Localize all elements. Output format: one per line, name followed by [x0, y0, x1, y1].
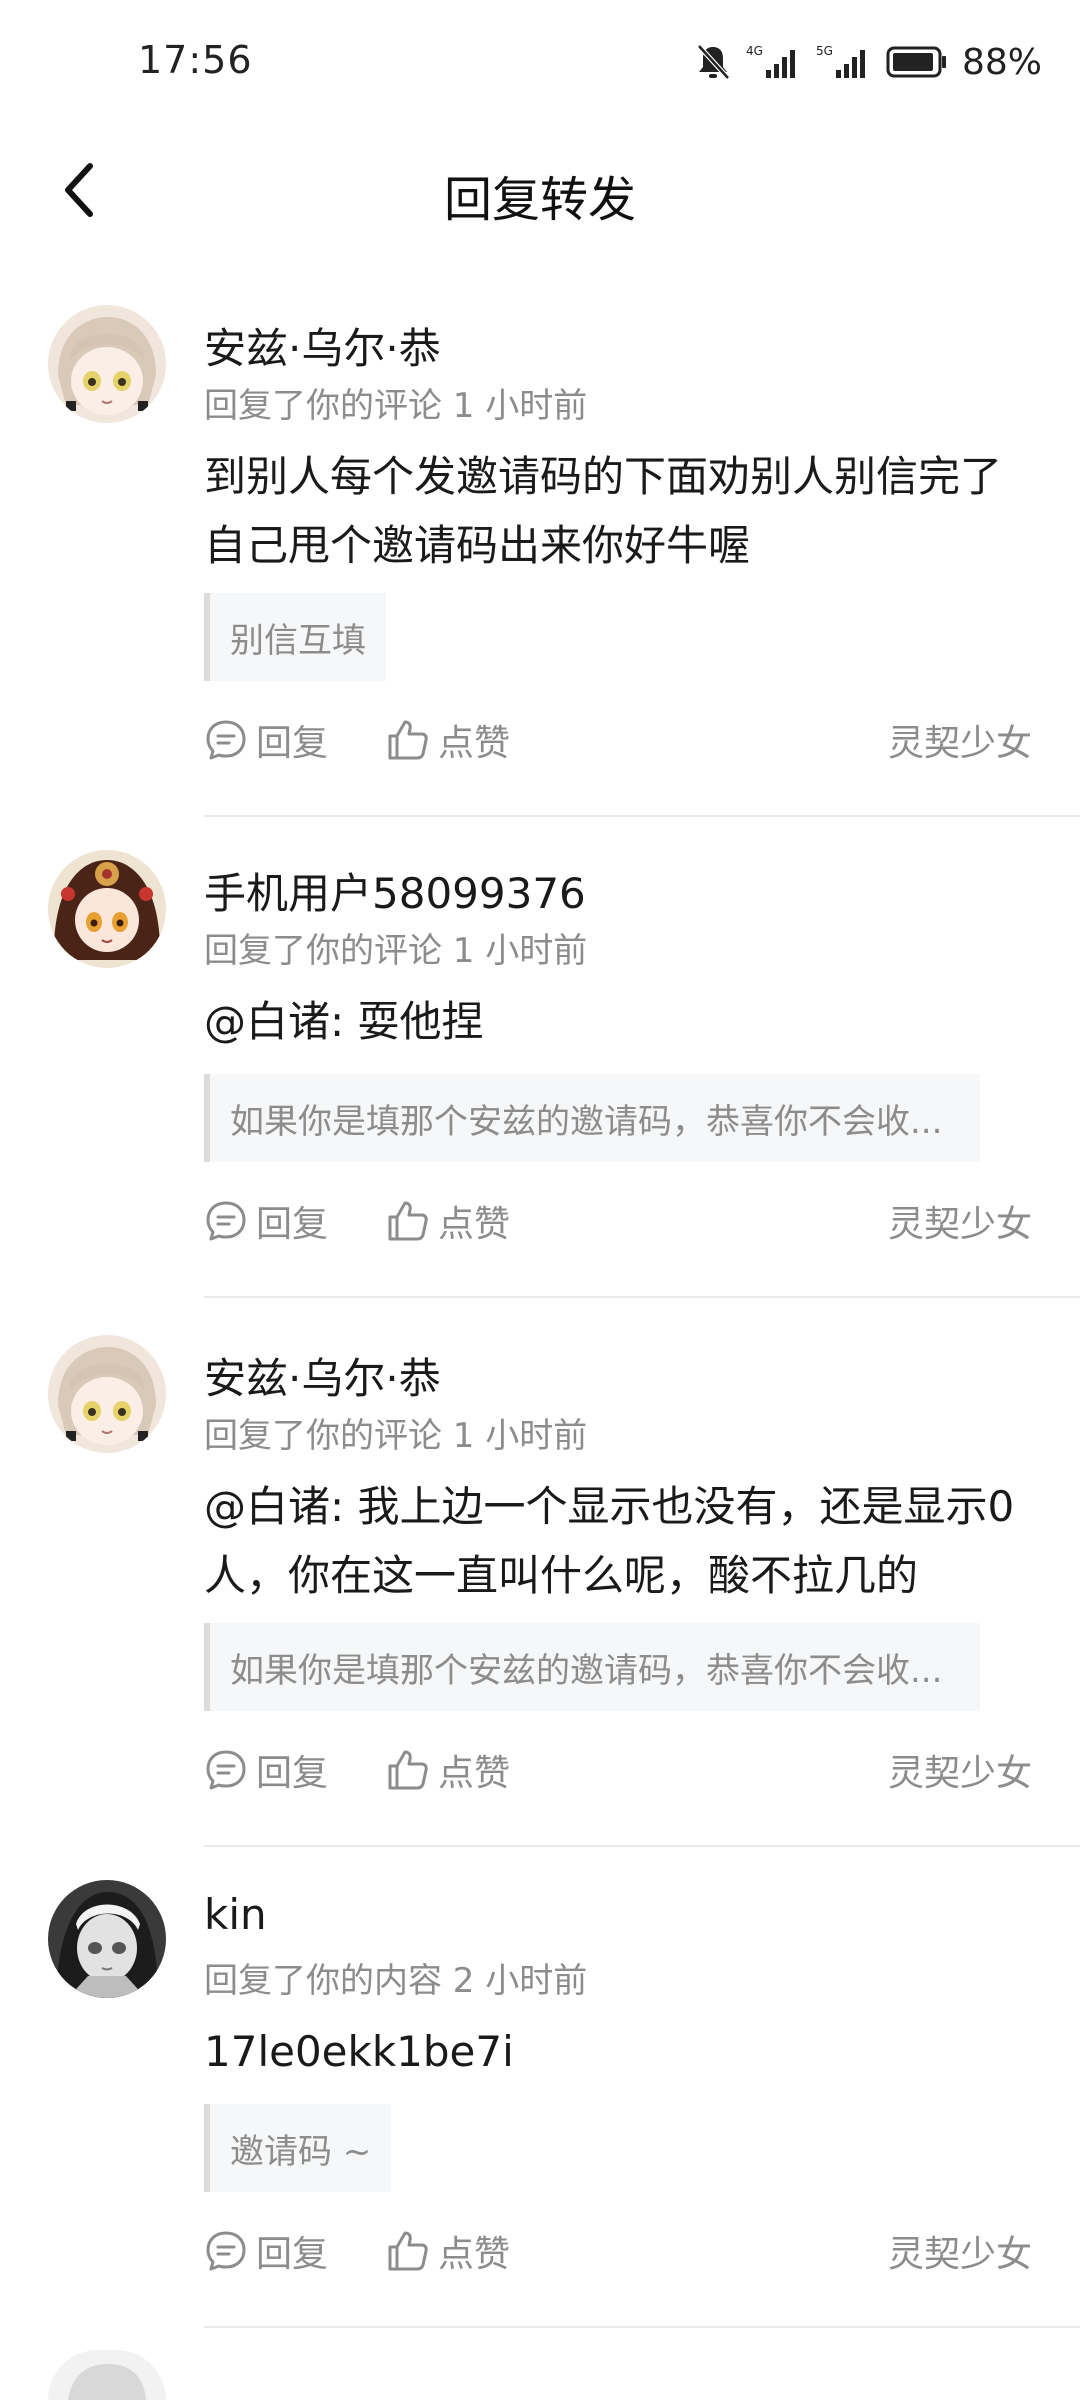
username[interactable]: 安兹·乌尔·恭 [204, 1345, 441, 1406]
thumbs-up-icon [388, 2231, 428, 2271]
reply-button[interactable]: 回复 [204, 2221, 328, 2281]
comment-line: @白诸: 我上边一个显示也没有，还是显示0 [204, 1482, 1015, 1531]
action-row: 回复 点赞 灵契少女 [204, 1191, 1032, 1251]
avatar[interactable] [48, 1335, 166, 1453]
reply-item: kin 回复了你的内容 2 小时前 17le0ekk1be7i 邀请码 ~ 回复 [0, 1865, 1080, 2340]
page-title: 回复转发 [443, 172, 636, 228]
mute-bell-icon [694, 42, 732, 82]
username[interactable]: kin [204, 1890, 267, 1939]
quote-text: 别信互填 [230, 620, 366, 661]
reply-label: 回复 [256, 1204, 329, 1245]
avatar[interactable] [48, 850, 166, 968]
like-button[interactable]: 点赞 [386, 1740, 510, 1800]
quote-text: 邀请码 ~ [230, 2131, 372, 2172]
source-tag[interactable]: 灵契少女 [888, 710, 1032, 770]
comment-text[interactable]: 到别人每个发邀请码的下面劝别人别信完了 自己甩个邀请码出来你好牛喔 [204, 442, 1024, 580]
quoted-comment[interactable]: 如果你是填那个安兹的邀请码，恭喜你不会收... [204, 1623, 980, 1711]
like-button[interactable]: 点赞 [386, 1191, 510, 1251]
comment-text[interactable]: @白诸: 耍他捏 [204, 987, 1024, 1056]
battery-icon [886, 45, 948, 79]
action-row: 回复 点赞 灵契少女 [204, 710, 1032, 770]
avatar[interactable] [48, 2350, 166, 2400]
network-label-4g: 4G [746, 44, 763, 58]
divider [204, 1845, 1080, 1847]
thumbs-up-icon [388, 720, 428, 760]
reply-button[interactable]: 回复 [204, 710, 328, 770]
signal-5g-icon: 5G [816, 42, 872, 82]
status-time: 17:56 [138, 38, 253, 82]
reply-button[interactable]: 回复 [204, 1740, 328, 1800]
reply-meta: 回复了你的评论 1 小时前 [204, 386, 588, 426]
thumbs-up-icon [388, 1201, 428, 1241]
signal-4g-icon: 4G [746, 42, 802, 82]
reply-button[interactable]: 回复 [204, 1191, 328, 1251]
action-row: 回复 点赞 灵契少女 [204, 1740, 1032, 1800]
comment-line: 到别人每个发邀请码的下面劝别人别信完了 [204, 452, 1003, 501]
quote-text: 如果你是填那个安兹的邀请码，恭喜你不会收... [230, 1650, 943, 1691]
comment-text[interactable]: 17le0ekk1be7i [204, 2017, 1024, 2086]
reply-item: 安兹·乌尔·恭 回复了你的评论 1 小时前 到别人每个发邀请码的下面劝别人别信完… [0, 290, 1080, 820]
avatar[interactable] [48, 305, 166, 423]
reply-meta: 回复了你的评论 1 小时前 [204, 1416, 588, 1456]
quoted-comment[interactable]: 别信互填 [204, 593, 386, 681]
divider [204, 2326, 1080, 2328]
like-label: 点赞 [438, 2234, 511, 2275]
reply-label: 回复 [256, 2234, 329, 2275]
source-tag[interactable]: 灵契少女 [888, 1740, 1032, 1800]
action-row: 回复 点赞 灵契少女 [204, 2221, 1032, 2281]
top-bar: 回复转发 [0, 130, 1080, 250]
status-icons: 4G 5G 88% [694, 40, 1042, 84]
reply-item: 手机用户58099376 回复了你的评论 1 小时前 @白诸: 耍他捏 如果你是… [0, 835, 1080, 1310]
comment-icon [206, 2231, 246, 2271]
quoted-comment[interactable]: 如果你是填那个安兹的邀请码，恭喜你不会收... [204, 1074, 980, 1162]
comment-line: 人，你在这一直叫什么呢，酸不拉几的 [204, 1551, 919, 1600]
comment-icon [206, 1201, 246, 1241]
comment-line: @白诸: 耍他捏 [204, 997, 484, 1046]
quote-text: 如果你是填那个安兹的邀请码，恭喜你不会收... [230, 1101, 943, 1142]
like-label: 点赞 [438, 1204, 511, 1245]
source-tag[interactable]: 灵契少女 [888, 2221, 1032, 2281]
like-label: 点赞 [438, 723, 511, 764]
avatar[interactable] [48, 1880, 166, 1998]
like-button[interactable]: 点赞 [386, 710, 510, 770]
username[interactable]: 手机用户58099376 [204, 860, 586, 921]
comment-line: 17le0ekk1be7i [204, 2027, 514, 2076]
comment-icon [206, 1750, 246, 1790]
status-bar: 17:56 4G 5G 88% [0, 0, 1080, 130]
reply-meta: 回复了你的评论 1 小时前 [204, 931, 588, 971]
divider [204, 1296, 1080, 1298]
battery-percent: 88% [961, 41, 1042, 83]
reply-item: 安兹·乌尔·恭 回复了你的评论 1 小时前 @白诸: 我上边一个显示也没有，还是… [0, 1320, 1080, 1860]
reply-meta: 回复了你的内容 2 小时前 [204, 1961, 588, 2001]
quoted-comment[interactable]: 邀请码 ~ [204, 2104, 392, 2192]
divider [204, 815, 1080, 817]
network-label-5g: 5G [816, 44, 833, 58]
reply-label: 回复 [256, 723, 329, 764]
comment-text[interactable]: @白诸: 我上边一个显示也没有，还是显示0 人，你在这一直叫什么呢，酸不拉几的 [204, 1472, 1024, 1610]
username[interactable]: 安兹·乌尔·恭 [204, 315, 441, 376]
comment-line: 自己甩个邀请码出来你好牛喔 [204, 521, 751, 570]
reply-label: 回复 [256, 1753, 329, 1794]
like-button[interactable]: 点赞 [386, 2221, 510, 2281]
thumbs-up-icon [388, 1750, 428, 1790]
source-tag[interactable]: 灵契少女 [888, 1191, 1032, 1251]
comment-icon [206, 720, 246, 760]
like-label: 点赞 [438, 1753, 511, 1794]
